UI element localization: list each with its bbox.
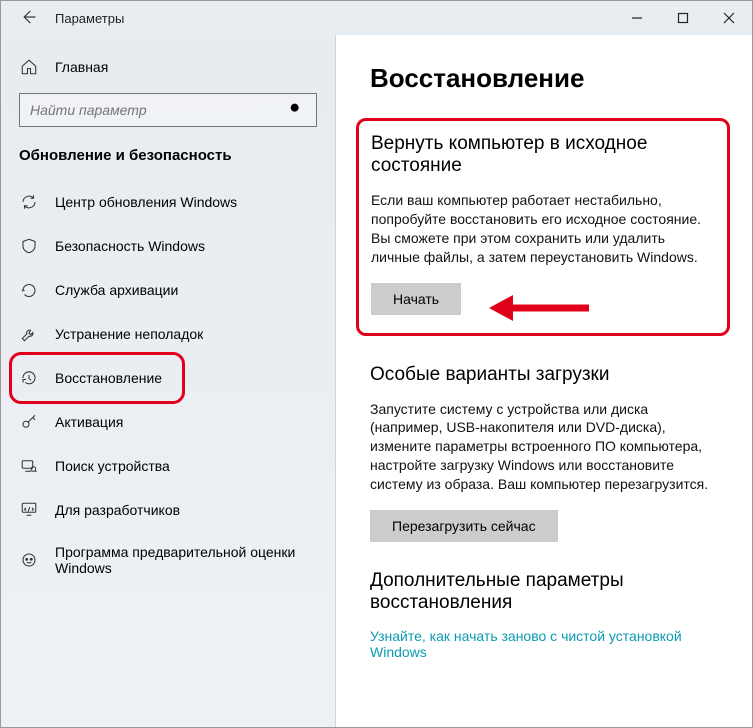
minimize-button[interactable] bbox=[614, 1, 660, 35]
insider-icon bbox=[19, 550, 39, 570]
find-device-icon bbox=[19, 456, 39, 476]
close-button[interactable] bbox=[706, 1, 752, 35]
sidebar-item-insider[interactable]: Программа предварительной оценки Windows bbox=[1, 532, 335, 588]
history-icon bbox=[19, 368, 39, 388]
titlebar: Параметры bbox=[1, 1, 752, 35]
sidebar-home-label: Главная bbox=[55, 59, 108, 75]
sidebar-item-label: Программа предварительной оценки Windows bbox=[55, 544, 317, 576]
more-heading: Дополнительные параметры восстановления bbox=[370, 570, 722, 614]
advanced-text: Запустите систему с устройства или диска… bbox=[370, 400, 722, 494]
arrow-annotation bbox=[489, 293, 589, 323]
reset-section: Вернуть компьютер в исходное состояние Е… bbox=[356, 118, 730, 336]
search-box[interactable] bbox=[19, 93, 317, 127]
developer-icon bbox=[19, 500, 39, 520]
reset-heading: Вернуть компьютер в исходное состояние bbox=[371, 133, 709, 177]
sidebar-item-recovery[interactable]: Восстановление bbox=[1, 356, 335, 400]
sidebar-item-label: Восстановление bbox=[55, 370, 162, 386]
more-recovery-section: Дополнительные параметры восстановления … bbox=[370, 570, 722, 660]
sidebar-item-home[interactable]: Главная bbox=[1, 49, 335, 93]
maximize-button[interactable] bbox=[660, 1, 706, 35]
sidebar: Главная Обновление и безопасность Центр … bbox=[1, 35, 336, 727]
main-content: Восстановление Вернуть компьютер в исход… bbox=[336, 35, 752, 727]
advanced-startup-section: Особые варианты загрузки Запустите систе… bbox=[370, 364, 722, 542]
search-icon bbox=[288, 101, 306, 119]
sidebar-item-windows-update[interactable]: Центр обновления Windows bbox=[1, 180, 335, 224]
wrench-icon bbox=[19, 324, 39, 344]
sidebar-item-label: Для разработчиков bbox=[55, 502, 180, 518]
fresh-start-link[interactable]: Узнайте, как начать заново с чистой уста… bbox=[370, 628, 722, 660]
reset-start-button[interactable]: Начать bbox=[371, 283, 461, 315]
shield-icon bbox=[19, 236, 39, 256]
sidebar-item-label: Активация bbox=[55, 414, 123, 430]
sidebar-item-label: Центр обновления Windows bbox=[55, 194, 237, 210]
back-button[interactable] bbox=[19, 8, 45, 29]
page-title: Восстановление bbox=[370, 63, 722, 94]
search-input[interactable] bbox=[30, 102, 288, 118]
sidebar-item-label: Служба архивации bbox=[55, 282, 178, 298]
backup-icon bbox=[19, 280, 39, 300]
sync-icon bbox=[19, 192, 39, 212]
sidebar-item-find-device[interactable]: Поиск устройства bbox=[1, 444, 335, 488]
sidebar-item-label: Устранение неполадок bbox=[55, 326, 203, 342]
sidebar-item-activation[interactable]: Активация bbox=[1, 400, 335, 444]
advanced-heading: Особые варианты загрузки bbox=[370, 364, 722, 386]
sidebar-item-label: Безопасность Windows bbox=[55, 238, 205, 254]
key-icon bbox=[19, 412, 39, 432]
sidebar-item-label: Поиск устройства bbox=[55, 458, 170, 474]
restart-now-button[interactable]: Перезагрузить сейчас bbox=[370, 510, 558, 542]
sidebar-item-developers[interactable]: Для разработчиков bbox=[1, 488, 335, 532]
reset-text: Если ваш компьютер работает нестабильно,… bbox=[371, 191, 709, 267]
home-icon bbox=[19, 57, 39, 77]
sidebar-item-security[interactable]: Безопасность Windows bbox=[1, 224, 335, 268]
sidebar-item-backup[interactable]: Служба архивации bbox=[1, 268, 335, 312]
window-title: Параметры bbox=[55, 11, 124, 26]
sidebar-section-title: Обновление и безопасность bbox=[1, 147, 335, 180]
sidebar-item-troubleshoot[interactable]: Устранение неполадок bbox=[1, 312, 335, 356]
